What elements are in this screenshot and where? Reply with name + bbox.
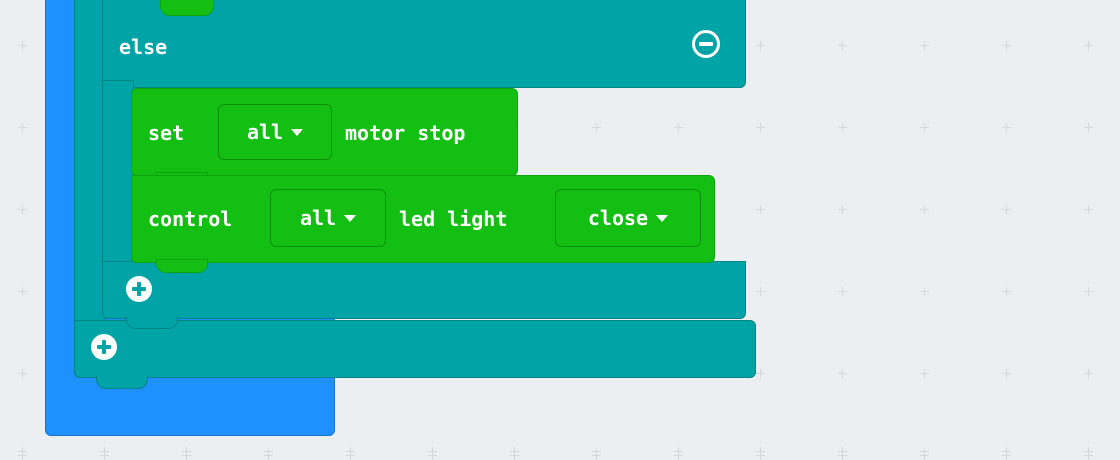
grid-plus-mark (1084, 123, 1093, 132)
grid-plus-mark (838, 287, 847, 296)
grid-plus-mark (18, 205, 27, 214)
grid-plus-mark (674, 451, 683, 460)
plus-circle-icon[interactable] (126, 276, 152, 302)
grid-plus-mark (18, 41, 27, 50)
grid-plus-mark (1002, 287, 1011, 296)
grid-plus-mark (838, 451, 847, 460)
grid-plus-mark (838, 205, 847, 214)
grid-plus-mark (1084, 369, 1093, 378)
caret-down-icon (656, 215, 669, 222)
control-label: control (148, 207, 233, 231)
grid-plus-mark (756, 123, 765, 132)
motor-target-value: all (246, 120, 284, 144)
led-target-value: all (299, 206, 337, 230)
grid-plus-mark (1002, 451, 1011, 460)
caret-down-icon (344, 215, 357, 222)
minus-circle-icon[interactable] (692, 30, 720, 58)
set-label: set (148, 121, 185, 145)
grid-plus-mark (592, 451, 601, 460)
grid-plus-mark (100, 451, 109, 460)
grid-plus-mark (1084, 205, 1093, 214)
grid-plus-mark (756, 287, 765, 296)
grid-plus-mark (920, 41, 929, 50)
grid-plus-mark (428, 451, 437, 460)
grid-plus-mark (920, 205, 929, 214)
grid-plus-mark (920, 123, 929, 132)
outer-if-bottom-notch (96, 376, 148, 389)
led-target-dropdown[interactable]: all (270, 189, 386, 247)
grid-plus-mark (1084, 451, 1093, 460)
control-block-bottom-notch (156, 259, 208, 273)
grid-plus-mark (920, 451, 929, 460)
grid-plus-mark (18, 123, 27, 132)
grid-plus-mark (264, 451, 273, 460)
grid-plus-mark (1084, 287, 1093, 296)
grid-plus-mark (756, 41, 765, 50)
grid-plus-mark (1002, 205, 1011, 214)
grid-plus-mark (1084, 41, 1093, 50)
grid-plus-mark (756, 205, 765, 214)
grid-plus-mark (510, 451, 519, 460)
caret-down-icon (291, 129, 304, 136)
grid-plus-mark (920, 287, 929, 296)
if-else-bottom-notch (126, 316, 178, 329)
grid-plus-mark (1002, 369, 1011, 378)
grid-plus-mark (18, 369, 27, 378)
if-else-spine (102, 80, 134, 280)
plus-circle-icon[interactable] (91, 334, 117, 360)
outer-if-footer (74, 320, 756, 378)
grid-plus-mark (920, 369, 929, 378)
grid-plus-mark (838, 41, 847, 50)
grid-plus-mark (18, 287, 27, 296)
grid-plus-mark (182, 451, 191, 460)
upper-statement-notch (160, 0, 214, 16)
grid-plus-mark (346, 451, 355, 460)
else-label: else (119, 35, 168, 59)
led-state-dropdown[interactable]: close (555, 189, 701, 247)
grid-plus-mark (18, 451, 27, 460)
grid-plus-mark (838, 123, 847, 132)
grid-plus-mark (1002, 123, 1011, 132)
led-light-label: led light (399, 207, 508, 231)
led-state-value: close (587, 206, 649, 230)
motor-stop-label: motor stop (345, 121, 466, 145)
grid-plus-mark (838, 369, 847, 378)
motor-target-dropdown[interactable]: all (218, 104, 332, 160)
grid-plus-mark (1002, 41, 1011, 50)
grid-plus-mark (756, 451, 765, 460)
grid-plus-mark (756, 369, 765, 378)
